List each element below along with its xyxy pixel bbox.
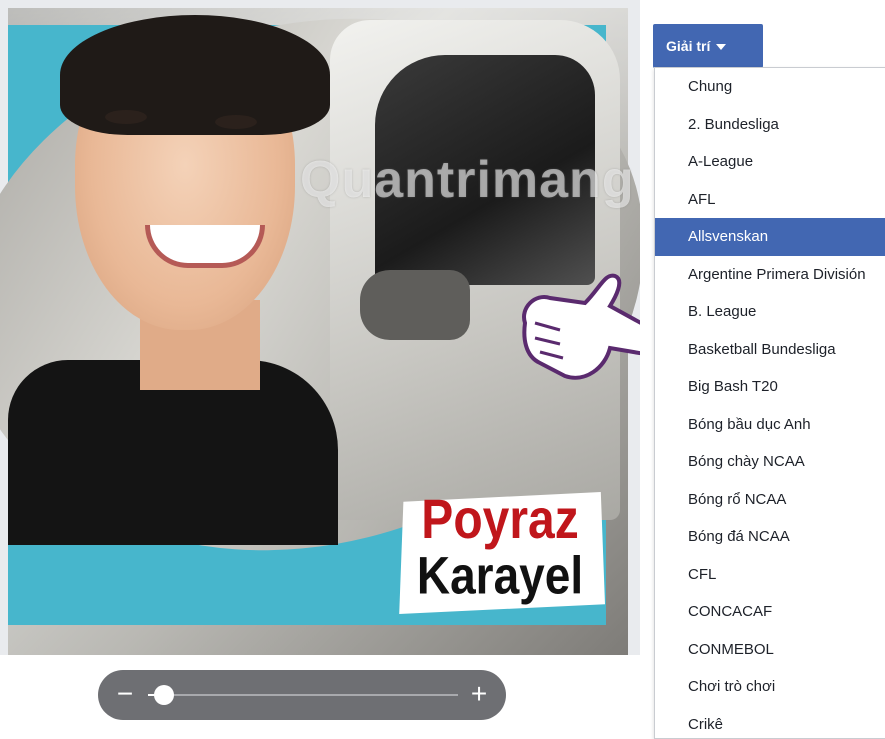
category-dropdown-button[interactable]: Giải trí bbox=[653, 24, 763, 68]
pointing-hand-icon bbox=[515, 268, 640, 388]
profile-photo-preview[interactable]: Quantrimang Poyraz Karayel bbox=[0, 0, 640, 655]
menu-item[interactable]: 2. Bundesliga bbox=[655, 106, 885, 144]
zoom-track[interactable] bbox=[148, 694, 458, 696]
menu-item[interactable]: Bóng chày NCAA bbox=[655, 443, 885, 481]
person-eye-image bbox=[215, 115, 257, 129]
menu-item[interactable]: Bóng đá NCAA bbox=[655, 518, 885, 556]
watermark-logo: Quantrimang bbox=[300, 150, 635, 210]
menu-item[interactable]: B. League bbox=[655, 293, 885, 331]
menu-item[interactable]: CONCACAF bbox=[655, 593, 885, 631]
menu-item[interactable]: AFL bbox=[655, 181, 885, 219]
category-button-label: Giải trí bbox=[666, 38, 710, 54]
menu-item[interactable]: Chung bbox=[655, 68, 885, 106]
zoom-in-button[interactable]: + bbox=[464, 678, 494, 710]
menu-item[interactable]: Crikê bbox=[655, 706, 885, 739]
menu-item[interactable]: Allsvenskan bbox=[655, 218, 885, 256]
zoom-out-button[interactable]: − bbox=[110, 678, 140, 710]
sticker-title: Poyraz bbox=[400, 493, 600, 548]
menu-item[interactable]: Argentine Primera División bbox=[655, 256, 885, 294]
menu-item[interactable]: A-League bbox=[655, 143, 885, 181]
sticker-subtitle: Karayel bbox=[400, 549, 600, 602]
menu-item[interactable]: Bóng rổ NCAA bbox=[655, 481, 885, 519]
car-mirror-image bbox=[360, 270, 470, 340]
menu-item[interactable]: CONMEBOL bbox=[655, 631, 885, 669]
person-eye-image bbox=[105, 110, 147, 124]
zoom-slider[interactable]: − + bbox=[98, 670, 506, 720]
caret-down-icon bbox=[716, 44, 726, 50]
menu-item[interactable]: Bóng bầu dục Anh bbox=[655, 406, 885, 444]
zoom-thumb[interactable] bbox=[154, 685, 174, 705]
menu-item[interactable]: Basketball Bundesliga bbox=[655, 331, 885, 369]
menu-item[interactable]: Chơi trò chơi bbox=[655, 668, 885, 706]
menu-item[interactable]: Big Bash T20 bbox=[655, 368, 885, 406]
menu-item[interactable]: CFL bbox=[655, 556, 885, 594]
category-dropdown-menu[interactable]: Chung2. BundesligaA-LeagueAFLAllsvenskan… bbox=[654, 67, 885, 739]
person-hair-image bbox=[60, 15, 330, 135]
